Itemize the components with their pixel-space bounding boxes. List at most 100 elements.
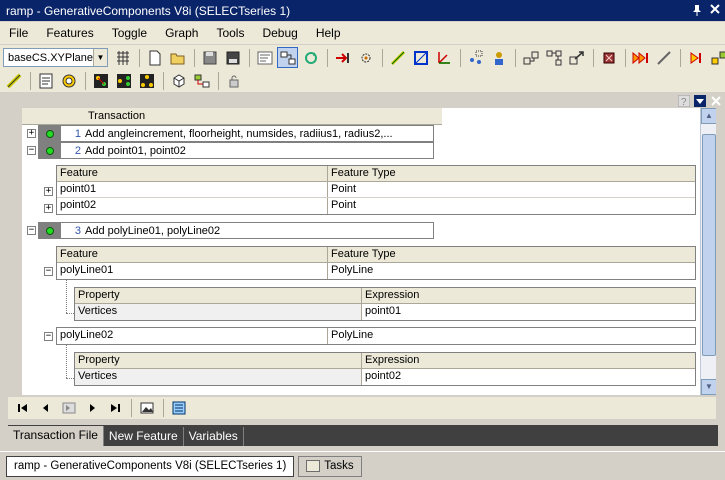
grid-header: Property Expression: [75, 288, 695, 304]
status-led[interactable]: [39, 143, 61, 158]
first-icon[interactable]: [12, 399, 34, 417]
taskbar-item-app[interactable]: ramp - GenerativeComponents V8i (SELECTs…: [6, 455, 295, 477]
tree-line: [66, 345, 67, 378]
separator: [163, 399, 164, 417]
next-icon[interactable]: [81, 399, 103, 417]
tree-line: [66, 280, 67, 313]
points-grid-icon[interactable]: [465, 47, 486, 68]
target-icon[interactable]: [355, 47, 376, 68]
previous-icon[interactable]: [35, 399, 57, 417]
column-header-property: Property: [78, 354, 120, 366]
scroll-thumb[interactable]: [702, 134, 716, 356]
transaction-number: 2: [74, 144, 81, 157]
open-folder-icon[interactable]: [167, 47, 188, 68]
layout-icon[interactable]: [191, 71, 212, 92]
table-row[interactable]: point01 Point: [57, 182, 695, 198]
property-expression[interactable]: point02: [361, 369, 695, 385]
link-icon[interactable]: [520, 47, 541, 68]
node-flow-icon[interactable]: [113, 71, 134, 92]
expand-icon[interactable]: +: [27, 129, 36, 138]
menu-graph[interactable]: Graph: [156, 22, 207, 44]
save-all-icon[interactable]: [222, 47, 243, 68]
taskbar-item-tasks[interactable]: Tasks: [298, 455, 362, 477]
status-led[interactable]: [39, 126, 61, 141]
line-tool-icon[interactable]: [387, 47, 408, 68]
picture-icon[interactable]: [136, 399, 158, 417]
measure-icon[interactable]: [3, 71, 24, 92]
list-view-icon[interactable]: [168, 399, 190, 417]
script-icon[interactable]: [254, 47, 275, 68]
menu-debug[interactable]: Debug: [253, 22, 306, 44]
transaction-text: Add polyLine01, polyLine02: [85, 224, 221, 237]
expand-icon[interactable]: +: [44, 187, 53, 196]
table-row[interactable]: Vertices point01: [75, 304, 695, 320]
transaction-row-2[interactable]: 2 Add point01, point02: [38, 142, 434, 159]
expand-icon[interactable]: +: [44, 204, 53, 213]
help-icon[interactable]: ?: [677, 95, 691, 108]
transaction-file-panel: Transaction + 1 Add angleincrement, floo…: [8, 108, 716, 395]
transaction-navigation: [8, 397, 716, 419]
menu-tools[interactable]: Tools: [207, 22, 253, 44]
clock-icon[interactable]: [58, 71, 79, 92]
lock-icon[interactable]: [223, 71, 244, 92]
node-tree-icon[interactable]: [136, 71, 157, 92]
tab-new-feature[interactable]: New Feature: [104, 427, 184, 446]
chevron-down-icon[interactable]: ▼: [93, 49, 107, 66]
collapse-icon[interactable]: −: [27, 226, 36, 235]
close-icon[interactable]: [707, 3, 723, 18]
menu-help[interactable]: Help: [307, 22, 350, 44]
hierarchy-icon[interactable]: [543, 47, 564, 68]
axes-icon[interactable]: [433, 47, 454, 68]
component-icon[interactable]: [708, 47, 725, 68]
cube-icon[interactable]: [168, 71, 189, 92]
current-icon[interactable]: [58, 399, 80, 417]
play-all-icon[interactable]: [630, 47, 651, 68]
new-file-icon[interactable]: [144, 47, 165, 68]
transaction-row-3[interactable]: 3 Add polyLine01, polyLine02: [38, 222, 434, 239]
table-row[interactable]: polyLine02 PolyLine: [57, 328, 695, 344]
column-header-expression: Expression: [361, 288, 695, 303]
table-row[interactable]: point02 Point: [57, 198, 695, 214]
feature-name: polyLine01: [60, 264, 114, 276]
person-icon[interactable]: [488, 47, 509, 68]
dropdown-icon[interactable]: [693, 95, 707, 108]
stop-icon[interactable]: [598, 47, 619, 68]
tab-variables[interactable]: Variables: [184, 427, 244, 446]
scroll-down-icon[interactable]: ▼: [701, 379, 716, 395]
collapse-icon[interactable]: −: [44, 267, 53, 276]
step-into-icon[interactable]: [332, 47, 353, 68]
vertical-scrollbar[interactable]: ▲ ▼: [700, 108, 716, 395]
grid-header: Feature Feature Type: [57, 166, 695, 182]
tab-transaction-file[interactable]: Transaction File: [8, 426, 104, 446]
refresh-icon[interactable]: [300, 47, 321, 68]
pin-icon[interactable]: [689, 4, 705, 18]
title-bar: ramp - GenerativeComponents V8i (SELECTs…: [0, 0, 725, 21]
node-graph-icon[interactable]: [90, 71, 111, 92]
coordinate-system-select[interactable]: baseCS.XYPlane ▼: [3, 48, 108, 67]
step-icon[interactable]: [685, 47, 706, 68]
menu-file[interactable]: File: [0, 22, 37, 44]
window-title: ramp - GenerativeComponents V8i (SELECTs…: [6, 3, 291, 18]
collapse-icon[interactable]: −: [44, 332, 53, 341]
column-header-property: Property: [78, 289, 120, 301]
last-icon[interactable]: [104, 399, 126, 417]
save-icon[interactable]: [199, 47, 220, 68]
collapse-icon[interactable]: −: [27, 146, 36, 155]
status-led[interactable]: [39, 223, 61, 238]
table-row[interactable]: polyLine01 PolyLine: [57, 263, 695, 279]
grid-icon[interactable]: [112, 47, 133, 68]
document-icon[interactable]: [35, 71, 56, 92]
pencil-icon[interactable]: [653, 47, 674, 68]
graph-view-icon[interactable]: [277, 47, 298, 68]
svg-text:?: ?: [681, 97, 687, 107]
features-grid-3-row2: polyLine02 PolyLine: [56, 327, 696, 345]
menu-features[interactable]: Features: [37, 22, 102, 44]
plane-tool-icon[interactable]: [410, 47, 431, 68]
scroll-up-icon[interactable]: ▲: [701, 108, 716, 124]
transaction-row-1[interactable]: 1 Add angleincrement, floorheight, numsi…: [38, 125, 434, 142]
panel-close-icon[interactable]: [709, 95, 723, 108]
table-row[interactable]: Vertices point02: [75, 369, 695, 385]
export-icon[interactable]: [566, 47, 587, 68]
property-expression[interactable]: point01: [361, 304, 695, 320]
menu-toggle[interactable]: Toggle: [103, 22, 156, 44]
